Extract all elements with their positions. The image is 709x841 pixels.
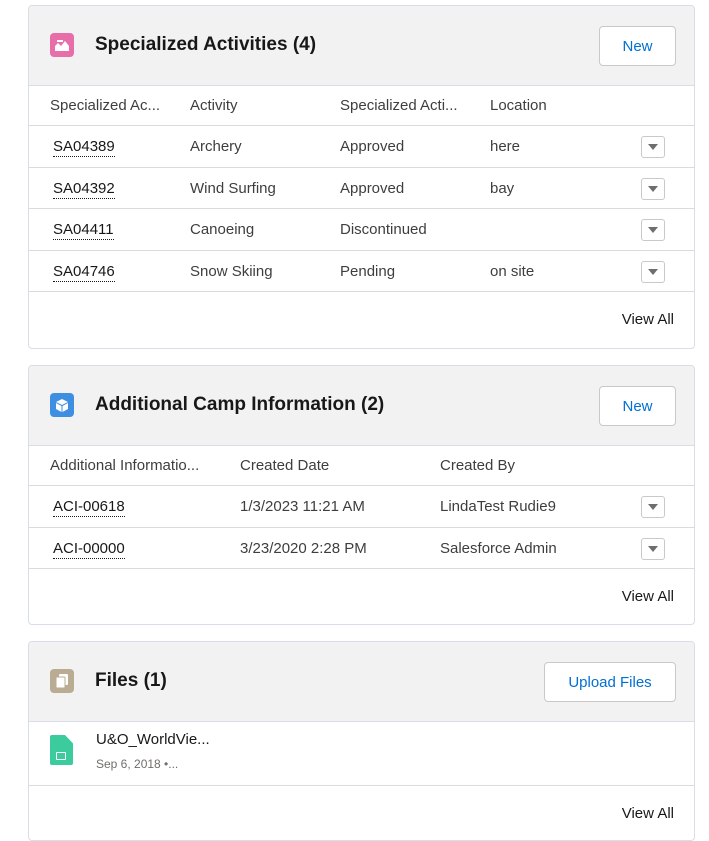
location-cell: bay <box>490 179 515 197</box>
card-footer: View All <box>29 569 694 624</box>
card-footer: View All <box>29 786 694 840</box>
column-header-specialized-activity-status[interactable]: Specialized Acti... <box>340 97 458 114</box>
status-cell: Pending <box>340 262 396 280</box>
table-row: ACI-00618 1/3/2023 11:21 AM LindaTest Ru… <box>29 486 694 528</box>
chevron-down-icon <box>648 227 658 233</box>
specialized-activities-header: Specialized Activities (4) New <box>29 6 694 86</box>
activity-cell: Wind Surfing <box>190 179 276 197</box>
additional-camp-information-header: Additional Camp Information (2) New <box>29 366 694 446</box>
status-cell: Approved <box>340 179 405 197</box>
files-icon <box>50 669 74 693</box>
row-actions-button[interactable] <box>641 260 665 283</box>
card-title: Files (1) <box>95 670 167 691</box>
record-link[interactable]: SA04746 <box>53 263 115 282</box>
view-all-link[interactable]: View All <box>622 588 674 605</box>
table-row: SA04389 Archery Approved here <box>29 126 694 168</box>
location-cell: here <box>490 138 521 155</box>
status-cell: Discontinued <box>340 221 427 238</box>
created-by-cell: LindaTest Rudie9 <box>440 498 556 515</box>
column-header-created-date[interactable]: Created Date <box>240 457 329 474</box>
row-actions-button[interactable] <box>641 537 665 560</box>
upload-files-button[interactable]: Upload Files <box>544 662 676 702</box>
table-header: Specialized Ac... Activity Specialized A… <box>29 86 694 126</box>
location-cell: on site <box>490 262 535 280</box>
table-header: Additional Informatio... Created Date Cr… <box>29 446 694 486</box>
view-all-link[interactable]: View All <box>622 311 674 328</box>
table-row: SA04746 Snow Skiing Pending on site <box>29 251 694 292</box>
chevron-down-icon <box>648 268 658 275</box>
specialized-activity-icon <box>50 33 74 57</box>
new-specialized-activity-button[interactable]: New <box>599 26 676 66</box>
view-all-link[interactable]: View All <box>622 805 674 822</box>
chevron-down-icon <box>648 504 658 510</box>
column-header-activity[interactable]: Activity <box>190 97 238 114</box>
column-header-created-by[interactable]: Created By <box>440 457 515 474</box>
image-file-icon <box>50 735 73 765</box>
card-footer: View All <box>29 292 694 347</box>
created-date-cell: 3/23/2020 2:28 PM <box>240 539 367 557</box>
specialized-activities-card: Specialized Activities (4) New Specializ… <box>28 5 695 349</box>
files-header: Files (1) Upload Files <box>29 642 694 722</box>
activity-cell: Archery <box>190 138 242 155</box>
record-link[interactable]: ACI-00000 <box>53 540 125 559</box>
row-actions-button[interactable] <box>641 496 665 518</box>
files-card: Files (1) Upload Files U&O_WorldVie... S… <box>28 641 695 841</box>
new-camp-information-button[interactable]: New <box>599 386 676 426</box>
row-actions-button[interactable] <box>641 177 665 200</box>
column-header-location[interactable]: Location <box>490 97 547 114</box>
additional-camp-information-card: Additional Camp Information (2) New Addi… <box>28 365 695 625</box>
table-row: SA04392 Wind Surfing Approved bay <box>29 168 694 209</box>
status-cell: Approved <box>340 138 405 155</box>
row-actions-button[interactable] <box>641 136 665 158</box>
card-title: Additional Camp Information (2) <box>95 394 385 415</box>
column-header-specialized-activity[interactable]: Specialized Ac... <box>50 97 160 114</box>
file-meta: Sep 6, 2018 •... <box>96 757 179 771</box>
chevron-down-icon <box>648 185 658 192</box>
column-header-additional-information[interactable]: Additional Informatio... <box>50 457 199 474</box>
created-date-cell: 1/3/2023 11:21 AM <box>240 498 365 515</box>
file-name[interactable]: U&O_WorldVie... <box>96 731 210 748</box>
chevron-down-icon <box>648 144 658 150</box>
row-actions-button[interactable] <box>641 219 665 241</box>
table-row: ACI-00000 3/23/2020 2:28 PM Salesforce A… <box>29 528 694 569</box>
record-link[interactable]: SA04392 <box>53 180 115 199</box>
table-row: SA04411 Canoeing Discontinued <box>29 209 694 251</box>
record-link[interactable]: ACI-00618 <box>53 498 125 517</box>
activity-cell: Snow Skiing <box>190 262 273 280</box>
file-item[interactable]: U&O_WorldVie... Sep 6, 2018 •... <box>29 722 694 786</box>
activity-cell: Canoeing <box>190 221 255 238</box>
chevron-down-icon <box>648 545 658 552</box>
record-link[interactable]: SA04411 <box>53 221 114 240</box>
record-link[interactable]: SA04389 <box>53 138 115 157</box>
cube-icon <box>50 393 74 417</box>
card-title: Specialized Activities (4) <box>95 34 317 55</box>
created-by-cell: Salesforce Admin <box>440 539 557 557</box>
